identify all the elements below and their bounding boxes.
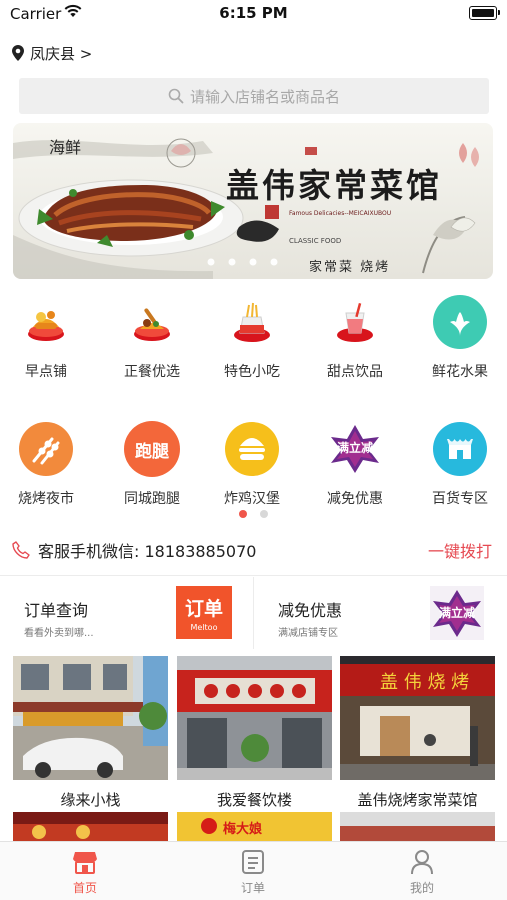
bbq-icon <box>17 420 75 478</box>
banner-classic: CLASSIC FOOD <box>289 237 341 245</box>
home-store-icon <box>45 848 125 876</box>
category-flower-fruit[interactable]: 鲜花水果 <box>412 293 507 381</box>
snack-icon <box>223 293 281 351</box>
tab-label: 首页 <box>72 881 97 895</box>
category-label: 早点铺 <box>25 364 67 380</box>
shop-name: 缘来小栈 <box>60 791 121 809</box>
clock: 6:15 PM <box>219 4 288 22</box>
category-breakfast[interactable]: 早点铺 <box>0 293 94 381</box>
category-store[interactable]: 百货专区 <box>412 420 507 508</box>
battery-icon <box>469 6 500 20</box>
divider <box>0 575 507 576</box>
shop-card[interactable]: 我爱餐饮楼 <box>177 656 332 810</box>
one-tap-call-button[interactable]: 一键拨打 <box>428 538 492 562</box>
discount-badge-text: 满立减 <box>438 606 475 620</box>
svg-text:盖 伟 烧 烤: 盖 伟 烧 烤 <box>380 672 469 693</box>
category-label: 炸鸡汉堡 <box>224 491 280 507</box>
shop-card-partial[interactable] <box>340 812 495 842</box>
customer-service-row: 客服手机微信: 18183885070 一键拨打 <box>12 538 495 562</box>
category-label: 鲜花水果 <box>432 364 488 380</box>
banner-title: 盖伟家常菜馆 <box>226 166 442 205</box>
order-badge-text: 订单 <box>184 598 223 620</box>
discount-card-title: 减免优惠 <box>278 601 343 620</box>
banner-bottom-line: 家常菜 烧烤 <box>309 259 390 275</box>
bottom-tab-bar: 首页 订单 我的 <box>0 841 507 900</box>
shop-name: 盖伟烧烤家常菜馆 <box>357 791 478 809</box>
discount-badge-icon: 满立减 <box>430 586 484 640</box>
discount-badge: 满立减 <box>336 441 373 455</box>
shop-logo-icon <box>201 818 217 834</box>
tab-profile[interactable]: 我的 <box>382 848 462 896</box>
search-placeholder: 请输入店铺名或商品名 <box>189 87 340 106</box>
discount-card[interactable]: 减免优惠 满减店铺专区 满立减 <box>254 577 507 649</box>
location-pin-icon <box>12 45 24 61</box>
search-input[interactable]: 请输入店铺名或商品名 <box>19 78 489 114</box>
shop-sign-label: 梅大娘 <box>223 822 263 837</box>
pager-dot[interactable] <box>260 510 268 518</box>
discount-icon: 满立减 <box>326 420 384 478</box>
shop-photo: 盖 伟 烧 烤 <box>340 656 495 780</box>
errand-icon: 跑腿 <box>123 420 181 478</box>
order-query-title: 订单查询 <box>24 601 89 620</box>
tab-label: 订单 <box>240 881 265 895</box>
banner-tag: 海鲜 <box>49 138 81 157</box>
shop-photo <box>13 656 168 780</box>
category-label: 正餐优选 <box>124 364 180 380</box>
shop-card[interactable]: 盖 伟 烧 烤 盖伟烧烤家常菜馆 <box>340 656 495 810</box>
search-icon <box>168 88 184 104</box>
tab-home[interactable]: 首页 <box>45 848 125 896</box>
category-label: 甜点饮品 <box>327 364 383 380</box>
status-bar: Carrier 6:15 PM <box>0 0 507 30</box>
phone-icon <box>12 541 30 559</box>
order-query-card[interactable]: 订单查询 看看外卖到哪... 订单 Meltoo <box>0 577 253 649</box>
order-badge-sub: Meltoo <box>190 623 218 632</box>
store-icon <box>431 420 489 478</box>
shop-card-partial[interactable] <box>13 812 168 842</box>
flower-fruit-icon <box>431 293 489 351</box>
category-discount[interactable]: 满立减 减免优惠 <box>307 420 403 508</box>
location-selector[interactable]: 凤庆县 > <box>12 42 92 64</box>
location-label: 凤庆县 > <box>30 44 93 63</box>
pager-dot-active[interactable] <box>239 510 247 518</box>
category-label: 特色小吃 <box>224 364 280 380</box>
discount-card-subtitle: 满减店铺专区 <box>278 628 338 639</box>
order-badge-icon: 订单 Meltoo <box>176 586 232 639</box>
orders-icon <box>213 848 293 876</box>
category-main-meal[interactable]: 正餐优选 <box>104 293 200 381</box>
category-label: 烧烤夜市 <box>18 491 74 507</box>
errand-badge: 跑腿 <box>124 421 180 477</box>
tab-orders[interactable]: 订单 <box>213 848 293 896</box>
shop-photo <box>177 656 332 780</box>
category-label: 百货专区 <box>432 491 488 507</box>
shop-card[interactable]: 缘来小栈 <box>13 656 168 810</box>
breakfast-icon <box>17 293 75 351</box>
category-label: 同城跑腿 <box>124 491 180 507</box>
category-errand[interactable]: 跑腿 同城跑腿 <box>104 420 200 508</box>
category-dessert-drink[interactable]: 甜点饮品 <box>307 293 403 381</box>
banner-subtitle: Famous Delicacies--MEICAIXUBOU <box>289 210 391 217</box>
category-burger[interactable]: 炸鸡汉堡 <box>204 420 300 508</box>
customer-service-label: 客服手机微信: 18183885070 <box>38 542 257 561</box>
category-bbq[interactable]: 烧烤夜市 <box>0 420 94 508</box>
dessert-drink-icon <box>326 293 384 351</box>
burger-icon <box>223 420 281 478</box>
user-icon <box>382 848 462 876</box>
category-snack[interactable]: 特色小吃 <box>204 293 300 381</box>
main-meal-icon <box>123 293 181 351</box>
category-pager <box>239 510 268 518</box>
order-query-subtitle: 看看外卖到哪... <box>24 628 94 639</box>
shop-name: 我爱餐饮楼 <box>216 791 292 809</box>
promo-banner[interactable]: 海鲜 盖伟家常菜馆 Famous Delicacies--MEICAIXUBOU… <box>13 123 493 279</box>
category-label: 减免优惠 <box>327 491 383 507</box>
shop-card-partial[interactable]: 梅大娘 <box>177 812 332 842</box>
tab-label: 我的 <box>409 881 434 895</box>
